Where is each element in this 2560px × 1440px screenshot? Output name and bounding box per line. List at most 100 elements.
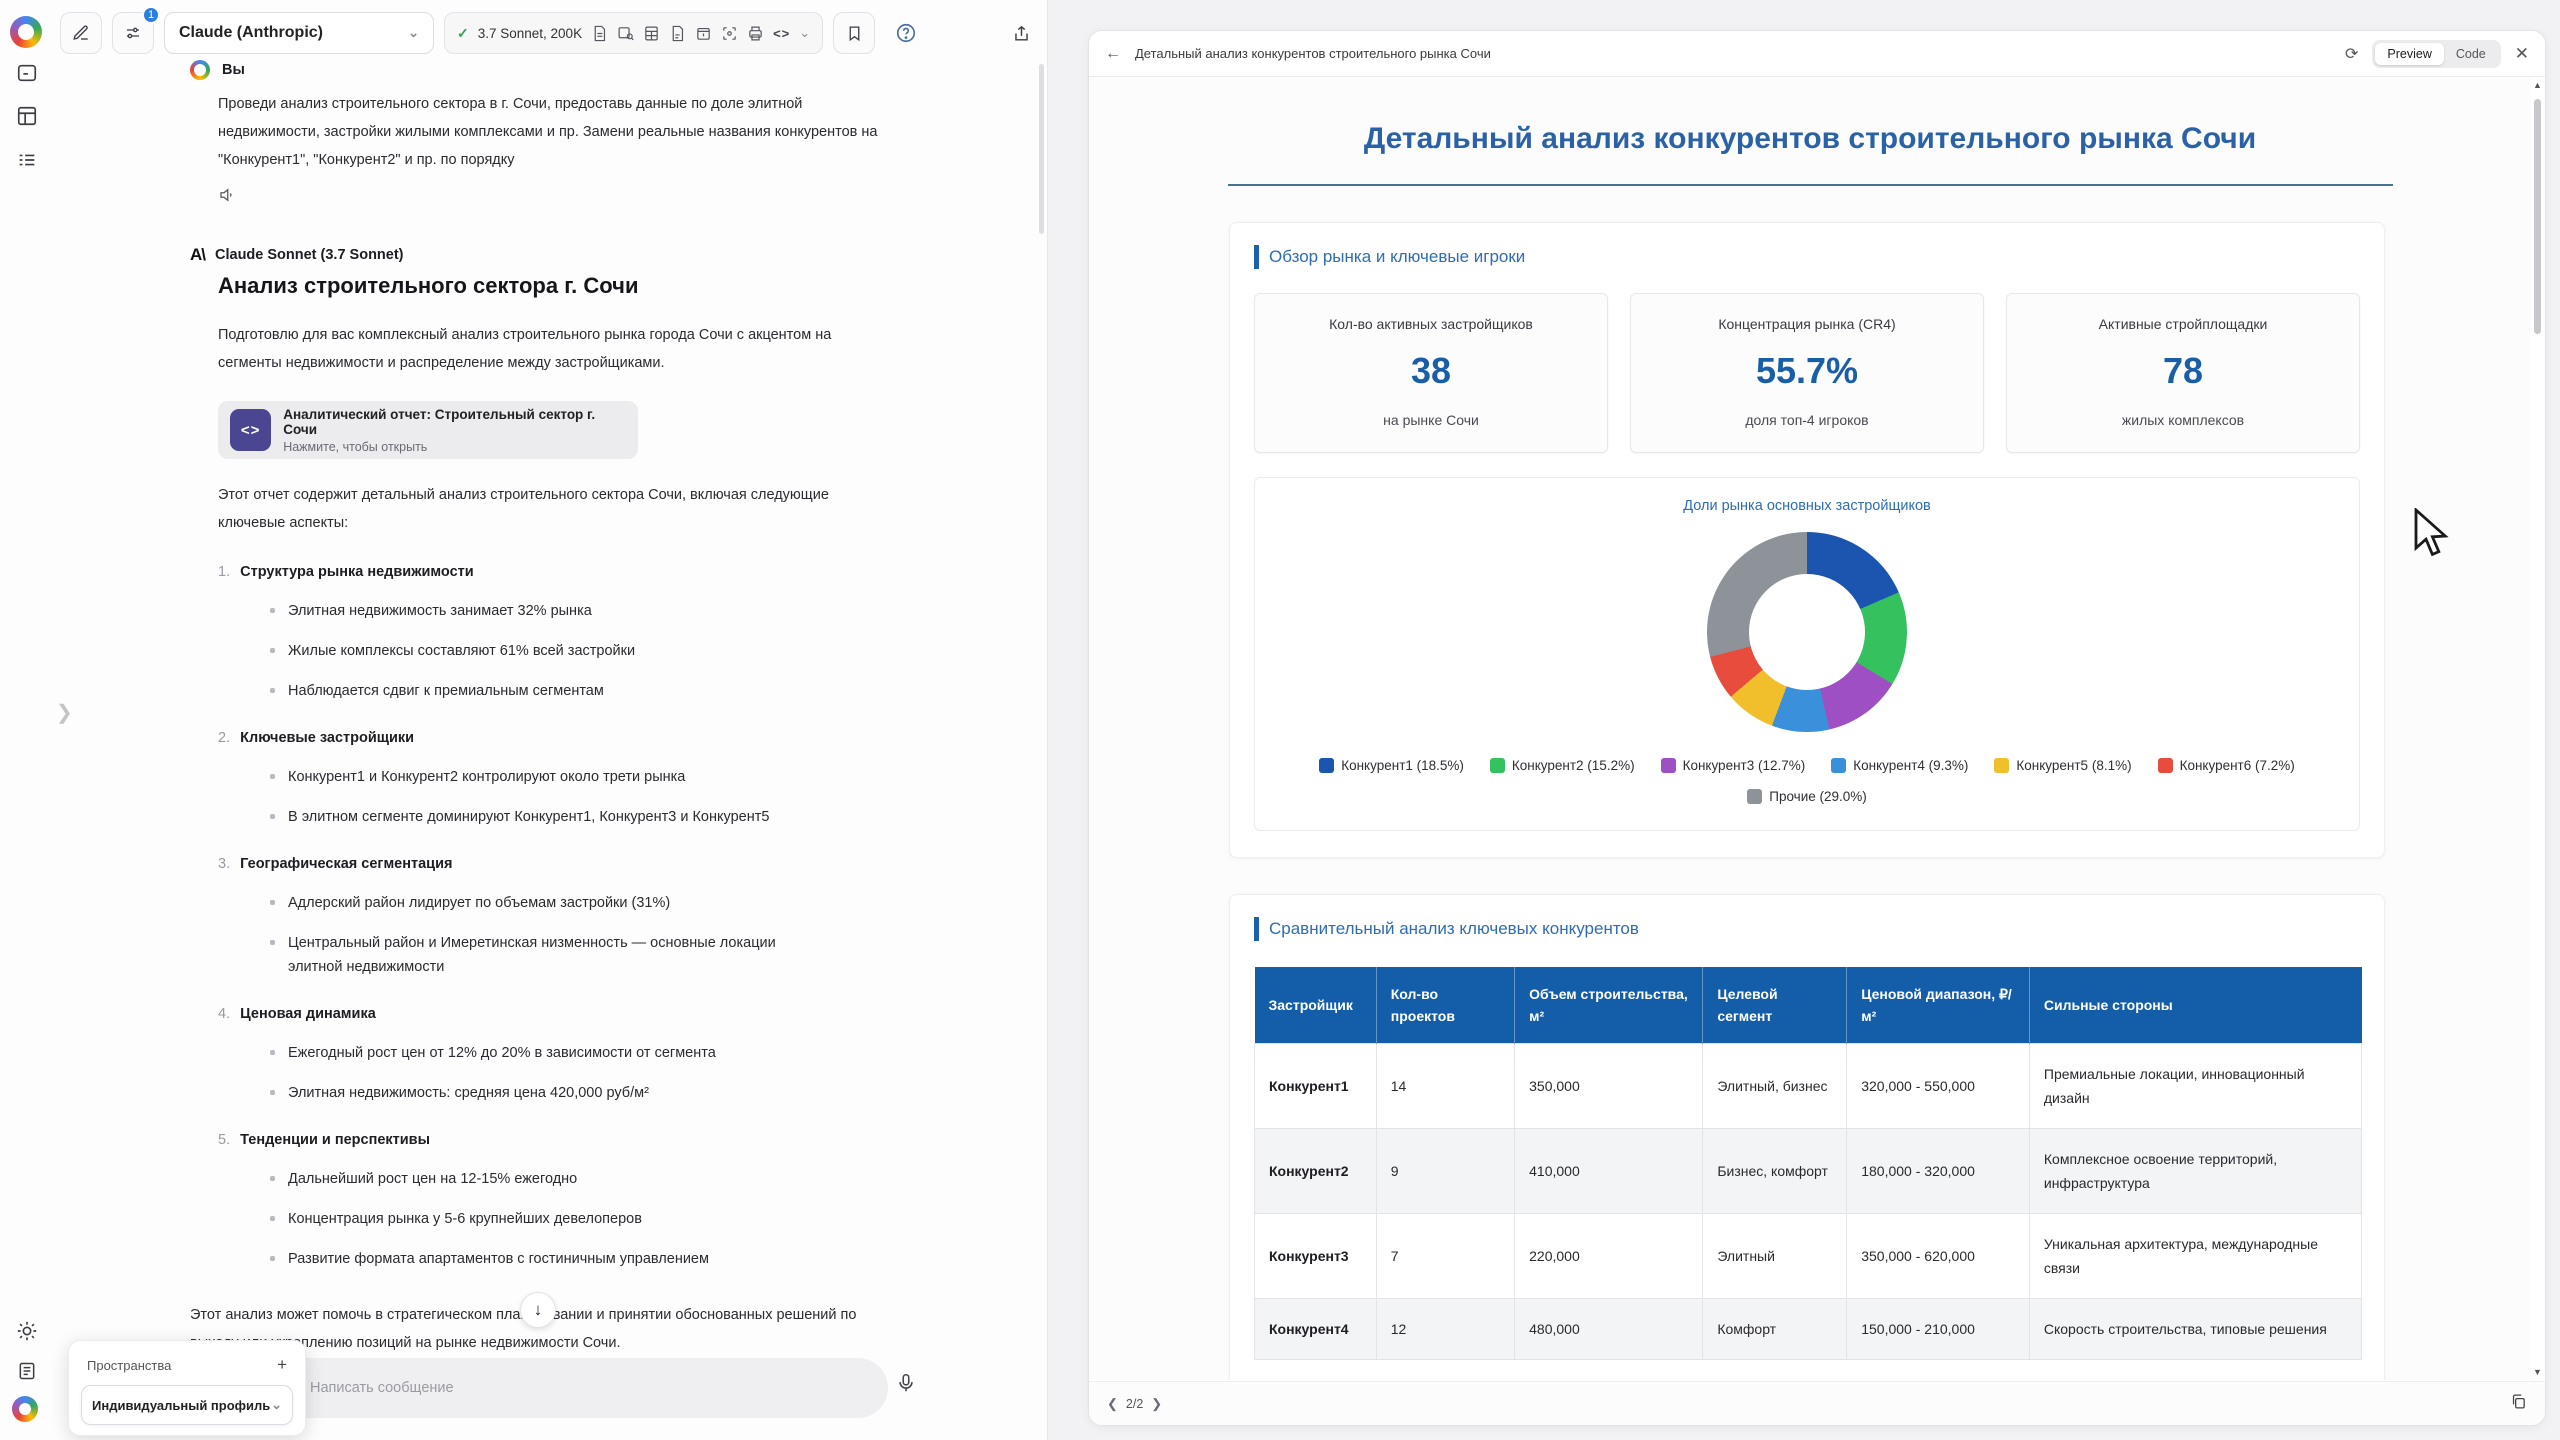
overview-card: Обзор рынка и ключевые игроки Кол-во акт… (1229, 222, 2385, 858)
model-badge: 3.7 Sonnet, 200K (478, 26, 582, 41)
copy-icon[interactable] (2510, 1393, 2527, 1415)
settings-sliders-button[interactable]: 1 (112, 12, 154, 54)
user-name: Вы (222, 62, 245, 78)
cell: 150,000 - 210,000 (1847, 1299, 2030, 1360)
artifact-footer: ❮ 2/2 ❯ (1089, 1381, 2545, 1425)
legend-swatch (1490, 758, 1505, 773)
speaker-icon[interactable] (218, 186, 890, 209)
panel-scrollbar[interactable]: ▲ ▼ (2532, 81, 2543, 1377)
cell: 7 (1376, 1214, 1514, 1299)
anthropic-logo-icon: A\ (190, 245, 205, 265)
cell: 14 (1376, 1044, 1514, 1129)
back-arrow-icon[interactable]: ← (1105, 45, 1121, 63)
stat-value: 38 (1265, 350, 1597, 392)
new-chat-button[interactable] (60, 12, 102, 54)
stat-sublabel: на рынке Сочи (1265, 412, 1597, 428)
chart-legend-row-1: Конкурент1 (18.5%) Конкурент2 (15.2%) Ко… (1255, 758, 2359, 773)
app-logo[interactable] (10, 16, 42, 48)
assistant-intro: Подготовлю для вас комплексный анализ ст… (218, 321, 878, 377)
list-bullet: Концентрация рынка у 5-6 крупнейших деве… (270, 1207, 830, 1231)
user-message-text: Проведи анализ строительного сектора в г… (218, 90, 878, 174)
assistant-title: Анализ строительного сектора г. Сочи (218, 273, 890, 299)
scrollbar-thumb[interactable] (2534, 99, 2541, 334)
scroll-to-bottom-button[interactable]: ↓ (520, 1292, 556, 1328)
cell: 9 (1376, 1129, 1514, 1214)
table-row: Конкурент4 12 480,000 Комфорт 150,000 - … (1255, 1299, 2362, 1360)
col-header: Объем строительства, м² (1515, 967, 1703, 1044)
file-archive-icon (695, 25, 712, 42)
col-header: Застройщик (1255, 967, 1377, 1044)
legend-item: Конкурент3 (12.7%) (1661, 758, 1806, 773)
help-button[interactable] (885, 12, 927, 54)
tab-preview[interactable]: Preview (2375, 43, 2443, 65)
panel-collapse-handle[interactable]: ❯ (56, 700, 73, 725)
user-avatar (190, 60, 210, 80)
stat-sublabel: жилых комплексов (2017, 412, 2349, 428)
close-icon[interactable]: ✕ (2515, 44, 2529, 64)
message-input[interactable] (310, 1380, 864, 1396)
list-icon[interactable] (14, 147, 40, 173)
message-list: Вы Проведи анализ строительного сектора … (190, 60, 890, 1357)
stat-label: Кол-во активных застройщиков (1265, 316, 1597, 332)
cell: 12 (1376, 1299, 1514, 1360)
cell: Элитный, бизнес (1703, 1044, 1847, 1129)
stat-label: Концентрация рынка (CR4) (1641, 316, 1973, 332)
col-header: Целевой сегмент (1703, 967, 1847, 1044)
theme-sun-icon[interactable] (14, 1318, 40, 1344)
assistant-body-intro: Этот отчет содержит детальный анализ стр… (218, 481, 878, 537)
profile-selector-label: Индивидуальный профиль (92, 1398, 270, 1413)
cell: 410,000 (1515, 1129, 1703, 1214)
cell: 480,000 (1515, 1299, 1703, 1360)
tab-code[interactable]: Code (2444, 43, 2498, 65)
comparison-card: Сравнительный анализ ключевых конкуренто… (1229, 894, 2385, 1380)
title-divider (1228, 184, 2393, 186)
artifact-card[interactable]: <> Аналитический отчет: Строительный сек… (218, 401, 638, 459)
profile-selector[interactable]: Индивидуальный профиль ⌄ (81, 1385, 293, 1425)
notes-icon[interactable] (14, 1358, 40, 1384)
artifact-content: Детальный анализ конкурентов строительно… (1089, 78, 2531, 1380)
artifact-panel: ← Детальный анализ конкурентов строитель… (1088, 30, 2546, 1426)
refresh-icon[interactable]: ⟳ (2345, 44, 2358, 64)
model-tools-pill[interactable]: ✓ 3.7 Sonnet, 200K <> ⌄ (444, 12, 823, 54)
list-bullet: В элитном сегменте доминируют Конкурент1… (270, 805, 830, 829)
add-space-button[interactable]: + (277, 1355, 287, 1375)
cell: Конкурент4 (1255, 1299, 1377, 1360)
microphone-icon[interactable] (895, 1372, 917, 1399)
scrollbar-down-arrow[interactable]: ▼ (2533, 1368, 2542, 1377)
mouse-cursor (2412, 508, 2456, 565)
left-rail (0, 0, 56, 1440)
chat-scrollbar[interactable] (1039, 64, 1044, 234)
col-header: Ценовой диапазон, ₽/м² (1847, 967, 2030, 1044)
model-selector-label: Claude (Anthropic) (179, 24, 323, 42)
app-logo-bottom[interactable] (12, 1396, 38, 1422)
table-header-row: Застройщик Кол-во проектов Объем строите… (1255, 967, 2362, 1044)
workspace-grid-icon[interactable] (14, 103, 40, 129)
artifact-code-icon: <> (230, 409, 271, 451)
list-item: Ключевые застройщики Конкурент1 и Конкур… (218, 729, 890, 829)
bookmark-button[interactable] (833, 12, 875, 54)
artifact-header-title: Детальный анализ конкурентов строительно… (1135, 46, 1491, 61)
model-selector[interactable]: Claude (Anthropic) ⌄ (164, 12, 434, 54)
list-item-title: Географическая сегментация (218, 856, 452, 872)
list-item-title: Структура рынка недвижимости (218, 564, 474, 580)
chat-thread-icon[interactable] (14, 60, 40, 86)
table-row: Конкурент3 7 220,000 Элитный 350,000 - 6… (1255, 1214, 2362, 1299)
legend-item: Конкурент5 (8.1%) (1994, 758, 2131, 773)
list-bullet: Жилые комплексы составляют 61% всей заст… (270, 639, 830, 663)
stats-row: Кол-во активных застройщиков 38 на рынке… (1254, 293, 2360, 453)
preview-code-toggle: Preview Code (2372, 40, 2500, 68)
table-row: Конкурент2 9 410,000 Бизнес, комфорт 180… (1255, 1129, 2362, 1214)
scrollbar-up-arrow[interactable]: ▲ (2533, 81, 2542, 90)
share-button[interactable] (1000, 12, 1042, 54)
prev-page-button[interactable]: ❮ (1107, 1396, 1118, 1412)
next-page-button[interactable]: ❯ (1151, 1396, 1162, 1412)
stat-label: Активные стройплощадки (2017, 316, 2349, 332)
spreadsheet-icon (643, 25, 660, 42)
chat-region: 1 Claude (Anthropic) ⌄ ✓ 3.7 Sonnet, 200… (0, 0, 1048, 1440)
list-bullet: Элитная недвижимость: средняя цена 420,0… (270, 1081, 830, 1105)
page-indicator: 2/2 (1126, 1397, 1143, 1411)
section-accent-bar (1254, 245, 1259, 269)
report-outline-list: Структура рынка недвижимости Элитная нед… (218, 563, 890, 1271)
list-bullet: Адлерский район лидирует по объемам заст… (270, 891, 830, 915)
list-bullet: Ежегодный рост цен от 12% до 20% в завис… (270, 1041, 830, 1065)
